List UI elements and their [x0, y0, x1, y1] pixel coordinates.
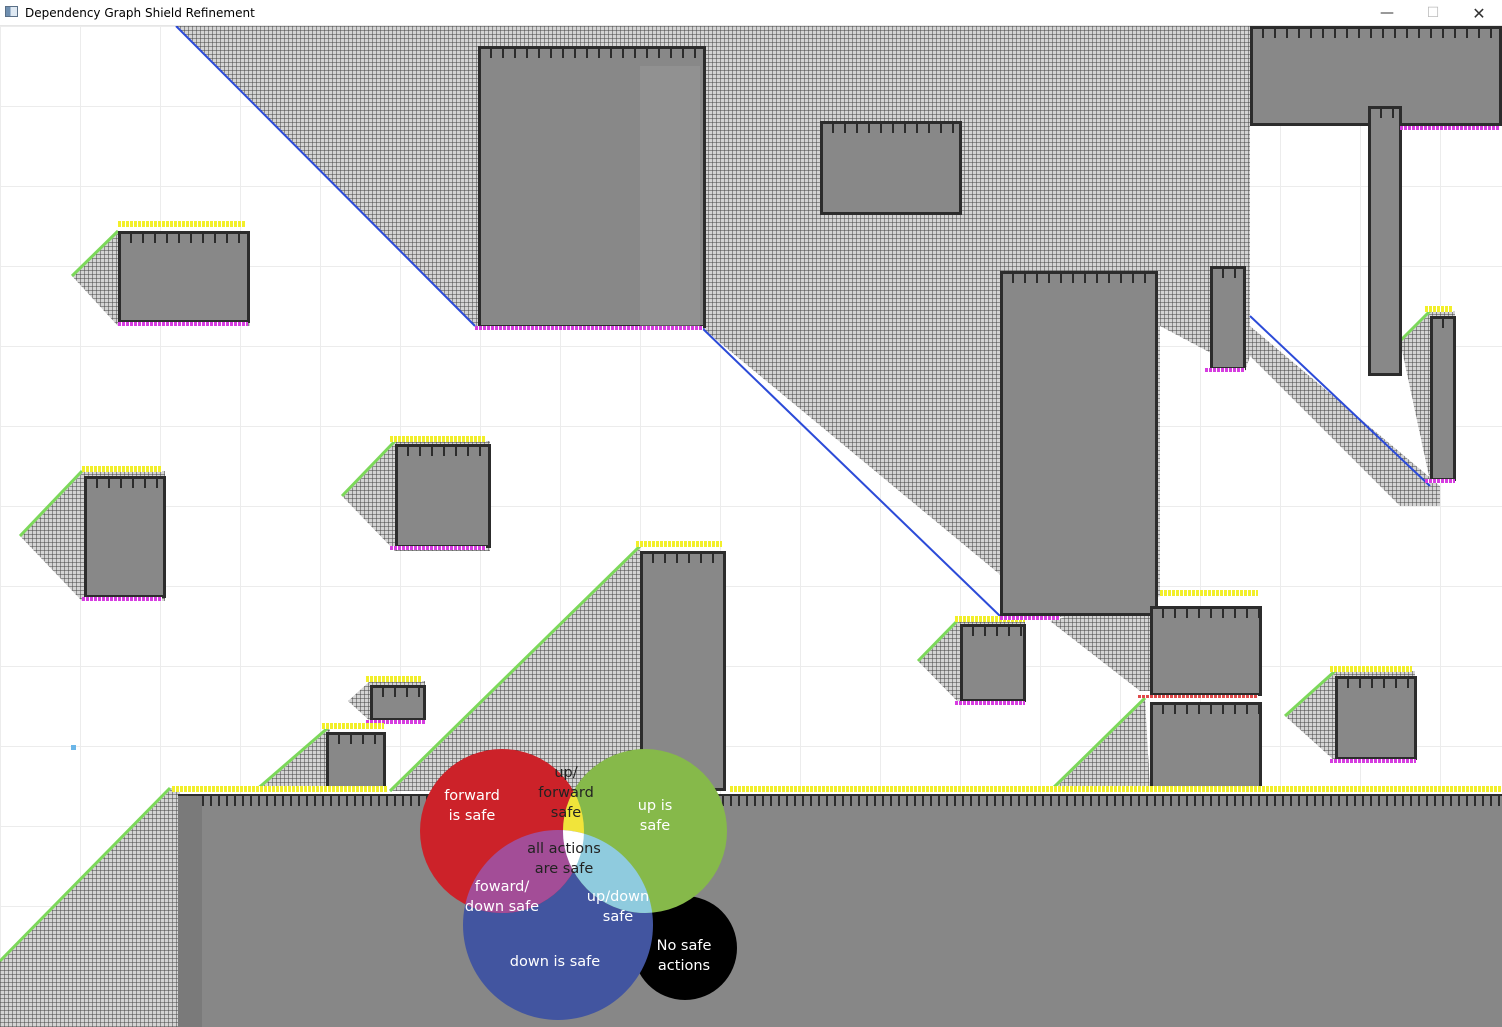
obstacle-block	[84, 476, 166, 598]
unsafe-edge-marker	[82, 597, 162, 601]
obstacle-block	[1335, 676, 1417, 760]
close-button[interactable]: ✕	[1456, 0, 1502, 26]
unsafe-edge-marker	[955, 701, 1025, 705]
block-shade	[640, 66, 700, 326]
legend-label-forward-down: foward/ down safe	[464, 879, 540, 915]
safe-edge-marker	[636, 541, 722, 547]
safe-edge-marker	[1330, 666, 1412, 672]
obstacle-block	[960, 624, 1026, 702]
safe-edge-marker	[1160, 590, 1258, 596]
maximize-button[interactable]: ☐	[1410, 0, 1456, 26]
unsafe-edge-marker	[1205, 368, 1245, 372]
obstacle-block	[1430, 316, 1456, 481]
ground-edge	[178, 794, 1502, 806]
unsafe-edge-marker	[1000, 616, 1060, 620]
obstacle-block	[326, 732, 386, 792]
safe-edge-marker	[1425, 306, 1453, 312]
window-title: Dependency Graph Shield Refinement	[25, 6, 255, 20]
ground-wall	[178, 796, 202, 1027]
legend-label-forward: forward is safe	[444, 788, 500, 824]
agent-marker	[71, 745, 76, 750]
simulation-canvas[interactable]	[0, 26, 1502, 1027]
obstacle-block	[395, 444, 491, 548]
safe-edge-marker	[366, 676, 422, 682]
unsafe-edge-marker	[1138, 695, 1258, 698]
minimize-button[interactable]: —	[1364, 0, 1410, 26]
safe-edge-marker	[82, 466, 162, 472]
legend-label-up-down: up/down safe	[586, 889, 650, 925]
safe-edge-marker	[118, 221, 246, 227]
unsafe-edge-marker	[1330, 759, 1416, 763]
obstacle-block	[1150, 606, 1262, 696]
safety-legend: forward is safe up/ forward safe up is s…	[410, 733, 740, 1023]
obstacle-block	[1368, 106, 1402, 376]
safe-edge-marker	[322, 723, 384, 729]
legend-label-down: down is safe	[509, 954, 601, 970]
obstacle-block	[1000, 271, 1158, 616]
legend-label-none: No safe actions	[656, 938, 712, 974]
obstacle-block	[370, 685, 426, 721]
legend-label-up-forward: up/ forward safe	[538, 765, 594, 821]
safe-edge-marker	[730, 786, 1502, 792]
unsafe-edge-marker	[475, 326, 703, 330]
obstacle-block	[820, 121, 962, 215]
obstacle-block	[118, 231, 250, 323]
safe-edge-marker	[172, 786, 388, 792]
unsafe-edge-marker	[118, 322, 248, 326]
unsafe-edge-marker	[1425, 479, 1455, 483]
obstacle-block	[1150, 702, 1262, 792]
legend-label-all: all actions are safe	[527, 841, 601, 877]
app-icon	[5, 6, 18, 17]
legend-label-up: up is safe	[637, 798, 673, 834]
obstacle-block	[1210, 266, 1246, 370]
unsafe-edge-marker	[1400, 126, 1500, 130]
title-bar: Dependency Graph Shield Refinement — ☐ ✕	[0, 0, 1502, 26]
ground-floor	[178, 796, 1502, 1027]
safe-edge-marker	[390, 436, 486, 442]
unsafe-edge-marker	[390, 546, 486, 550]
